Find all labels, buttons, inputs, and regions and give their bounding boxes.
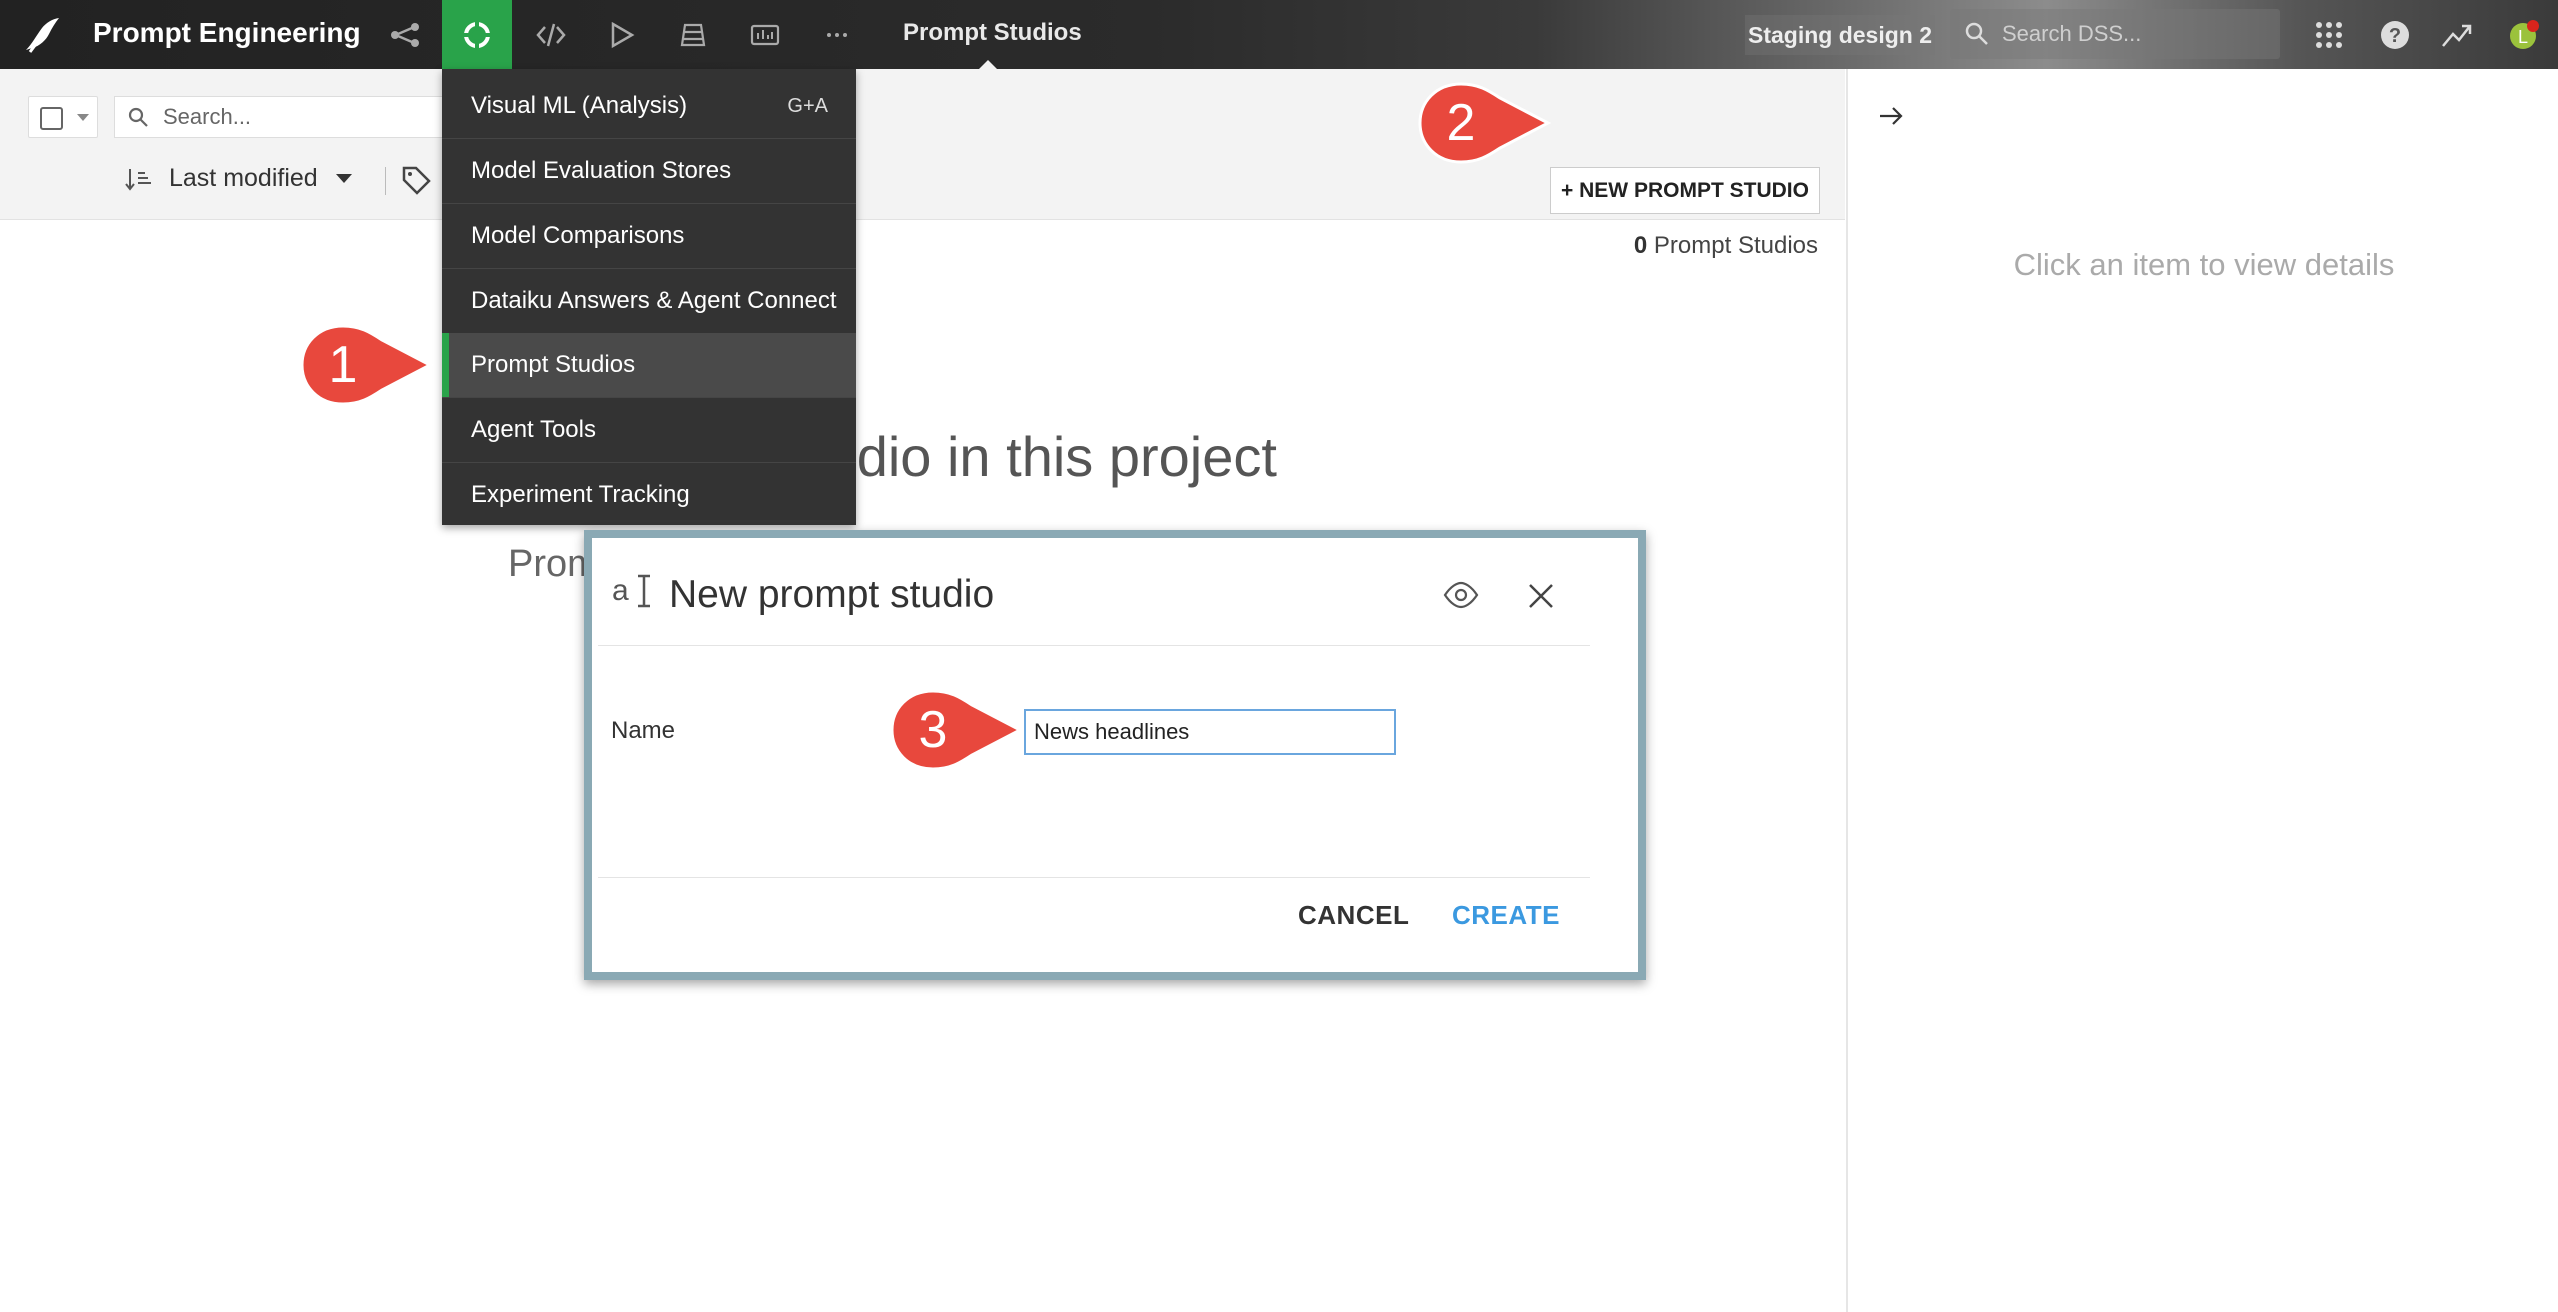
modal-title: New prompt studio xyxy=(669,573,995,616)
select-all-checkbox[interactable] xyxy=(28,96,98,138)
eye-icon[interactable] xyxy=(1443,580,1479,610)
menu-item-model-evaluation-stores[interactable]: Model Evaluation Stores xyxy=(442,138,856,203)
user-avatar-icon[interactable]: L xyxy=(2500,12,2546,58)
new-prompt-studio-button[interactable]: + NEW PROMPT STUDIO xyxy=(1550,167,1820,214)
section-title[interactable]: Prompt Studios xyxy=(903,19,1082,47)
flow-icon[interactable] xyxy=(370,0,440,69)
prompt-studio-icon: a xyxy=(612,574,650,608)
menu-item-visual-ml[interactable]: Visual ML (Analysis) G+A xyxy=(442,74,856,138)
menu-item-label: Agent Tools xyxy=(471,416,596,443)
menu-item-label: Prompt Studios xyxy=(471,351,636,378)
list-search-input[interactable] xyxy=(161,102,435,132)
top-navbar: Prompt Engineering Prompt Studios Stagin… xyxy=(0,0,2558,70)
callout-2-number: 2 xyxy=(1446,94,1476,152)
sort-icon xyxy=(125,168,151,191)
svg-text:?: ? xyxy=(2389,25,2401,47)
run-icon[interactable] xyxy=(586,0,656,69)
chevron-down-icon xyxy=(335,174,352,183)
list-toolbar: Last modified + NEW PROMPT STUDIO 0 Prom… xyxy=(0,69,1845,259)
cancel-button[interactable]: CANCEL xyxy=(1298,900,1409,931)
callout-1-number: 1 xyxy=(328,336,358,394)
divider xyxy=(598,877,1590,878)
menu-item-label: Visual ML (Analysis) xyxy=(471,92,688,119)
instance-name[interactable]: Staging design 2 xyxy=(1745,15,1935,55)
dashboard-icon[interactable] xyxy=(730,0,800,69)
svg-text:L: L xyxy=(2518,27,2528,47)
callout-2: 2 xyxy=(1416,78,1556,168)
menu-item-experiment-tracking[interactable]: Experiment Tracking xyxy=(442,462,856,527)
sort-dropdown[interactable]: Last modified xyxy=(125,164,352,193)
code-icon[interactable] xyxy=(516,0,586,69)
details-panel: Click an item to view details xyxy=(1846,69,2558,1312)
list-search[interactable] xyxy=(114,96,446,138)
search-icon xyxy=(1965,22,1988,45)
callout-1: 1 xyxy=(298,320,438,410)
divider xyxy=(385,167,386,195)
checkbox-box[interactable] xyxy=(40,107,63,130)
callout-3: 3 xyxy=(888,685,1028,775)
global-search-placeholder: Search DSS... xyxy=(2002,21,2142,46)
app-logo-icon[interactable] xyxy=(22,16,62,54)
chevron-down-icon[interactable] xyxy=(77,114,89,121)
arrow-right-icon[interactable] xyxy=(1876,101,1906,131)
project-title[interactable]: Prompt Engineering xyxy=(93,17,361,49)
tag-icon[interactable] xyxy=(400,164,432,196)
close-icon[interactable] xyxy=(1525,580,1557,612)
details-hint: Click an item to view details xyxy=(2013,247,2395,282)
help-icon[interactable]: ? xyxy=(2372,12,2418,58)
callout-3-number: 3 xyxy=(918,701,948,759)
divider xyxy=(598,645,1590,646)
menu-item-dataiku-answers[interactable]: Dataiku Answers & Agent Connect xyxy=(442,268,856,333)
menu-item-label: Experiment Tracking xyxy=(471,481,690,508)
sort-label: Last modified xyxy=(169,164,318,192)
search-icon xyxy=(128,107,148,127)
more-icon[interactable] xyxy=(802,0,872,69)
item-count-label: Prompt Studios xyxy=(1653,232,1818,259)
menu-item-prompt-studios[interactable]: Prompt Studios xyxy=(442,333,856,397)
apps-grid-icon[interactable] xyxy=(2306,12,2352,58)
item-count-value: 0 xyxy=(1633,232,1648,259)
name-field-label: Name xyxy=(611,717,676,744)
empty-state-heading: tudio in this project xyxy=(810,425,1277,488)
create-button[interactable]: CREATE xyxy=(1452,900,1560,931)
svg-text:a: a xyxy=(612,574,629,607)
menu-item-shortcut: G+A xyxy=(787,94,828,117)
menu-item-agent-tools[interactable]: Agent Tools xyxy=(442,397,856,462)
trend-icon[interactable] xyxy=(2434,12,2480,58)
menu-item-label: Model Evaluation Stores xyxy=(471,157,732,184)
menu-item-label: Dataiku Answers & Agent Connect xyxy=(471,287,837,314)
global-search[interactable]: Search DSS... xyxy=(1950,9,2280,59)
lab-icon[interactable] xyxy=(442,0,512,69)
name-field[interactable] xyxy=(1024,709,1396,755)
menu-item-model-comparisons[interactable]: Model Comparisons xyxy=(442,203,856,268)
lab-dropdown-menu: Visual ML (Analysis) G+A Model Evaluatio… xyxy=(442,69,856,525)
deploy-icon[interactable] xyxy=(658,0,728,69)
menu-item-label: Model Comparisons xyxy=(471,222,685,249)
item-count: 0 Prompt Studios xyxy=(1550,232,1818,260)
